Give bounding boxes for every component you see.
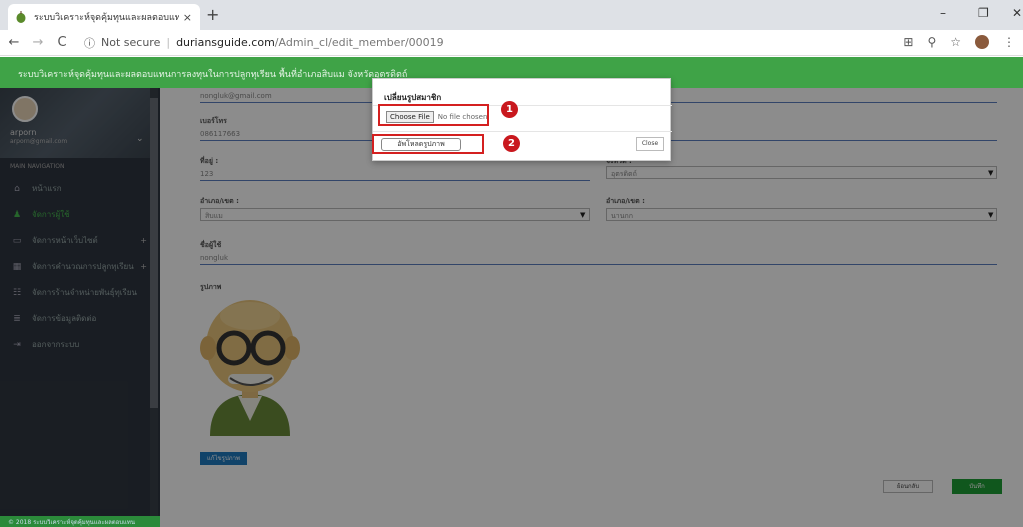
forward-arrow-icon[interactable]: → [28,35,48,50]
info-icon[interactable]: ⓘ [84,35,95,51]
browser-tab[interactable]: ระบบวิเคราะห์จุดคุ้มทุนและผลตอบแทน × [8,4,200,30]
star-icon[interactable]: ☆ [950,35,961,49]
sidebar-footer: © 2018 ระบบวิเคราะห์จุดคุ้มทุนและผลตอบแท… [0,516,160,527]
annotation-box-file [378,104,489,126]
url-separator: | [166,36,171,49]
profile-avatar-icon[interactable] [975,35,989,49]
modal-title: เปลี่ยนรูปสมาชิก [384,93,442,102]
tab-close-icon[interactable]: × [183,11,192,24]
new-tab-button[interactable]: + [206,7,219,23]
zoom-icon[interactable]: ⚲ [927,35,936,49]
annotation-badge-1: 1 [501,101,518,118]
annotation-badge-2: 2 [503,135,520,152]
back-arrow-icon[interactable]: ← [4,35,24,50]
modal-close-button[interactable]: Close [636,137,664,151]
url-path: /Admin_cl/edit_member/00019 [274,36,444,49]
minimize-button[interactable]: – [940,6,946,20]
address-bar: ← → C ⓘ Not secure | duriansguide.com /A… [0,30,1023,56]
url-field[interactable]: ⓘ Not secure | duriansguide.com /Admin_c… [84,35,444,51]
url-host: duriansguide.com [176,36,275,49]
reload-icon[interactable]: C [52,35,72,50]
menu-dots-icon[interactable]: ⋮ [1003,35,1015,49]
durian-favicon-icon [16,11,26,23]
site-title: ระบบวิเคราะห์จุดคุ้มทุนและผลตอบแทนการลงท… [18,70,408,80]
addr-icons: ⊞ ⚲ ☆ ⋮ [903,35,1015,49]
close-window-button[interactable]: ✕ [1012,6,1022,20]
translate-icon[interactable]: ⊞ [903,35,913,49]
security-label: Not secure [101,36,161,49]
modal-footer-divider [373,131,672,132]
restore-button[interactable]: ❐ [978,6,989,20]
tab-title: ระบบวิเคราะห์จุดคุ้มทุนและผลตอบแทน [34,13,179,23]
browser-tabbar: ระบบวิเคราะห์จุดคุ้มทุนและผลตอบแทน × + –… [0,0,1023,30]
annotation-box-upload [372,134,484,154]
